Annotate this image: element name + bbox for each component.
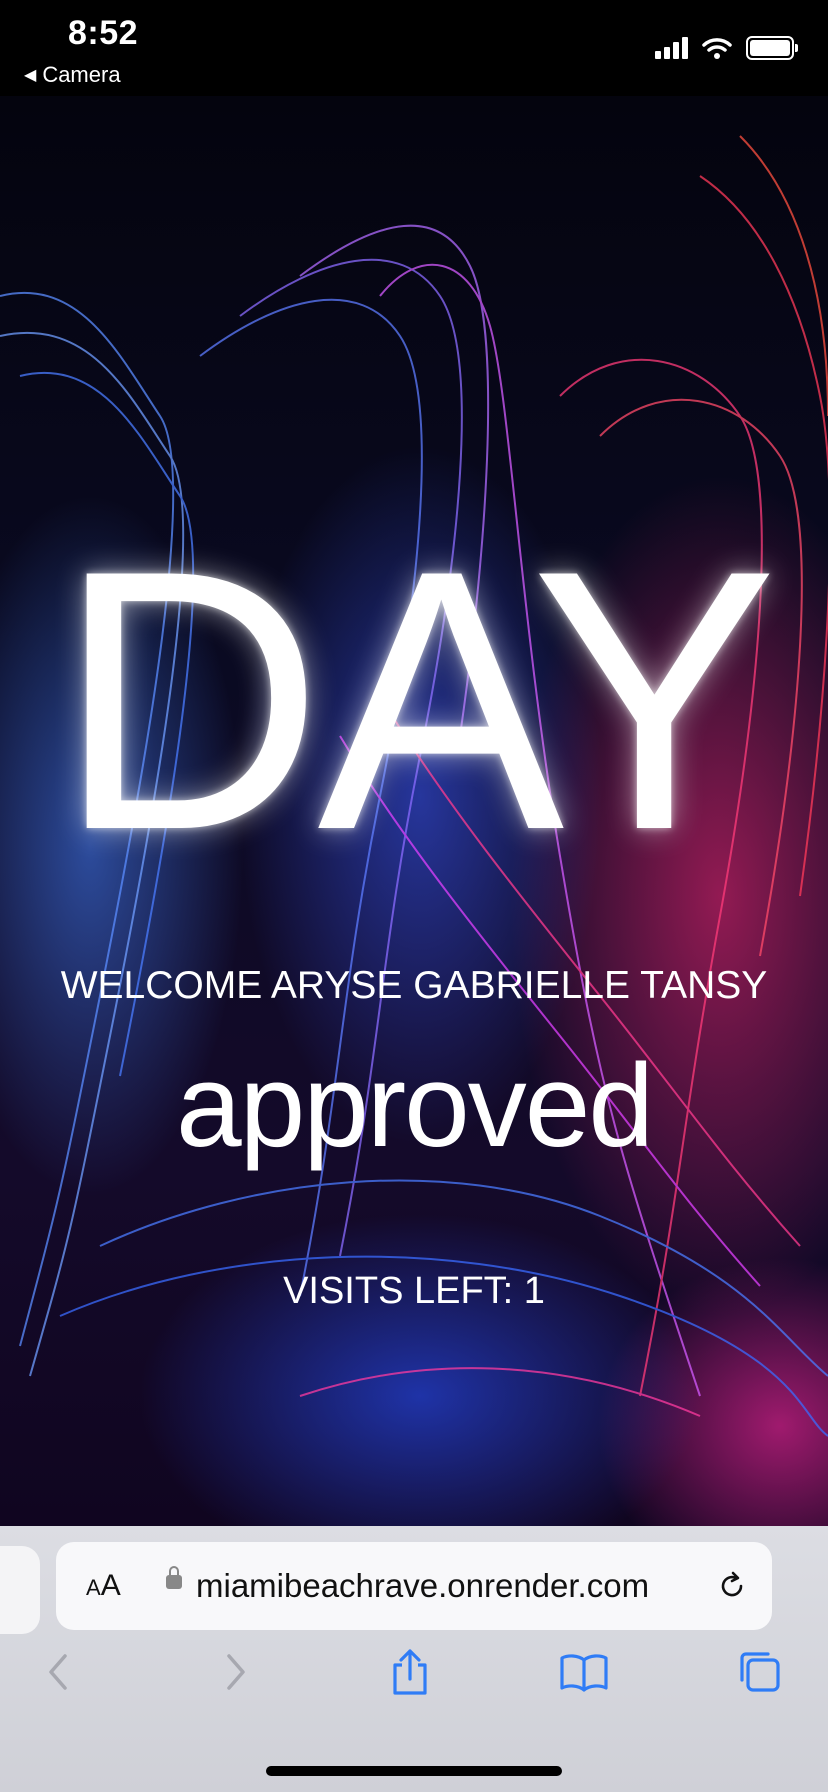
status-icons — [655, 36, 798, 60]
home-indicator[interactable] — [266, 1766, 562, 1776]
welcome-message: WELCOME ARYSE GABRIELLE TANSY — [60, 964, 768, 1007]
lock-icon — [166, 1566, 182, 1589]
reload-icon[interactable] — [716, 1570, 748, 1602]
hero-background: DAY WELCOME ARYSE GABRIELLE TANSY approv… — [0, 96, 828, 1526]
share-icon[interactable] — [380, 1642, 440, 1702]
visits-left-counter: VISITS LEFT: 1 — [283, 1270, 545, 1312]
status-bar: 8:52 ◀ Camera — [0, 0, 828, 96]
back-to-app-button[interactable]: ◀ Camera — [24, 62, 121, 88]
tabs-icon[interactable] — [730, 1642, 790, 1702]
back-icon[interactable] — [28, 1642, 88, 1702]
pass-type-heading: DAY — [56, 494, 777, 907]
approval-status: approved — [175, 1040, 654, 1172]
back-triangle-icon: ◀ — [24, 67, 37, 84]
address-bar[interactable]: AA miamibeachrave.onrender.com — [56, 1542, 772, 1630]
text-size-button[interactable]: AA — [86, 1569, 121, 1603]
back-app-label: Camera — [42, 62, 121, 87]
browser-toolbar — [0, 1642, 828, 1722]
url-text: miamibeachrave.onrender.com — [196, 1567, 650, 1604]
bookmarks-icon[interactable] — [554, 1642, 614, 1702]
clock: 8:52 — [68, 14, 139, 52]
browser-bottom-bar: AA miamibeachrave.onrender.com — [0, 1526, 828, 1792]
signal-icon — [655, 37, 688, 59]
wifi-icon — [702, 38, 732, 59]
previous-tab-preview[interactable] — [0, 1546, 40, 1634]
battery-icon — [746, 36, 798, 60]
forward-icon[interactable] — [206, 1642, 266, 1702]
